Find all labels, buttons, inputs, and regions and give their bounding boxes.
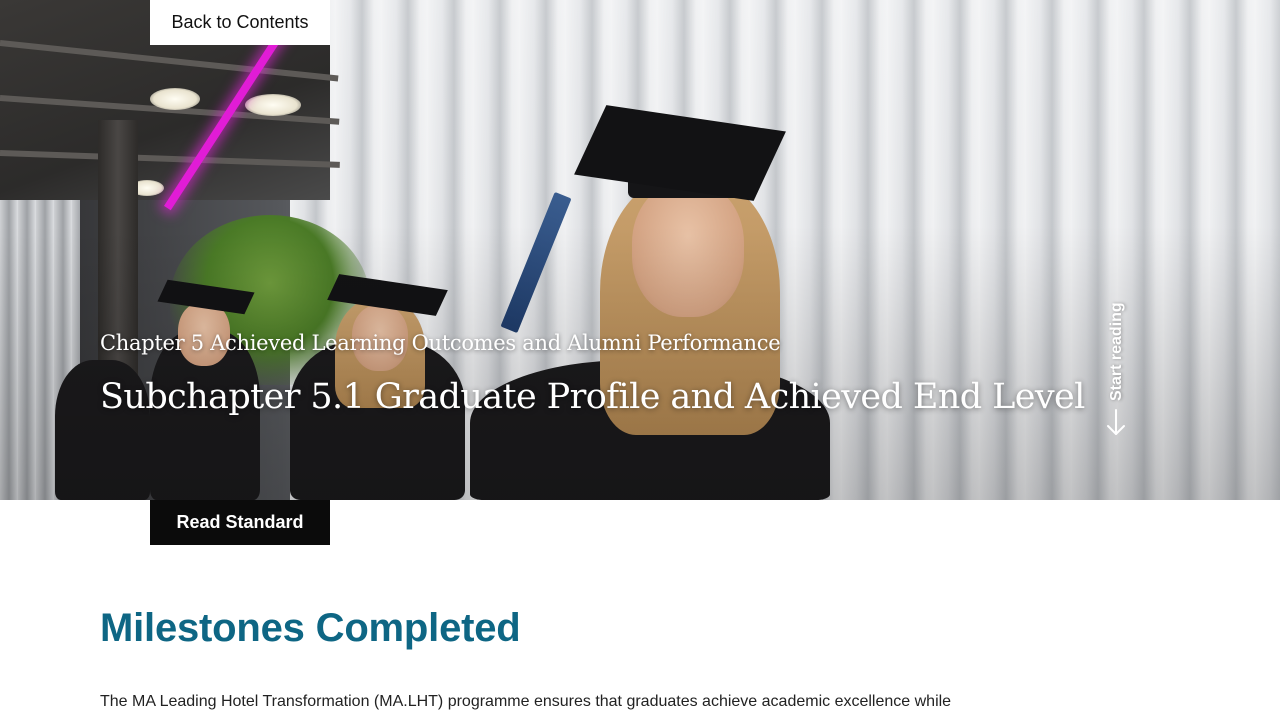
start-reading-label: Start reading — [1108, 302, 1125, 401]
arrow-down-icon — [1107, 409, 1125, 435]
page: Chapter 5 Achieved Learning Outcomes and… — [0, 0, 1280, 720]
read-standard-button[interactable]: Read Standard — [150, 500, 330, 545]
chapter-title: Chapter 5 Achieved Learning Outcomes and… — [100, 331, 781, 355]
hero-banner: Chapter 5 Achieved Learning Outcomes and… — [0, 0, 1280, 500]
subchapter-title: Subchapter 5.1 Graduate Profile and Achi… — [100, 377, 1085, 417]
section-heading: Milestones Completed — [100, 606, 521, 650]
back-to-contents-button[interactable]: Back to Contents — [150, 0, 330, 45]
intro-paragraph: The MA Leading Hotel Transformation (MA.… — [100, 693, 952, 710]
start-reading-link[interactable]: Start reading — [1100, 283, 1136, 443]
